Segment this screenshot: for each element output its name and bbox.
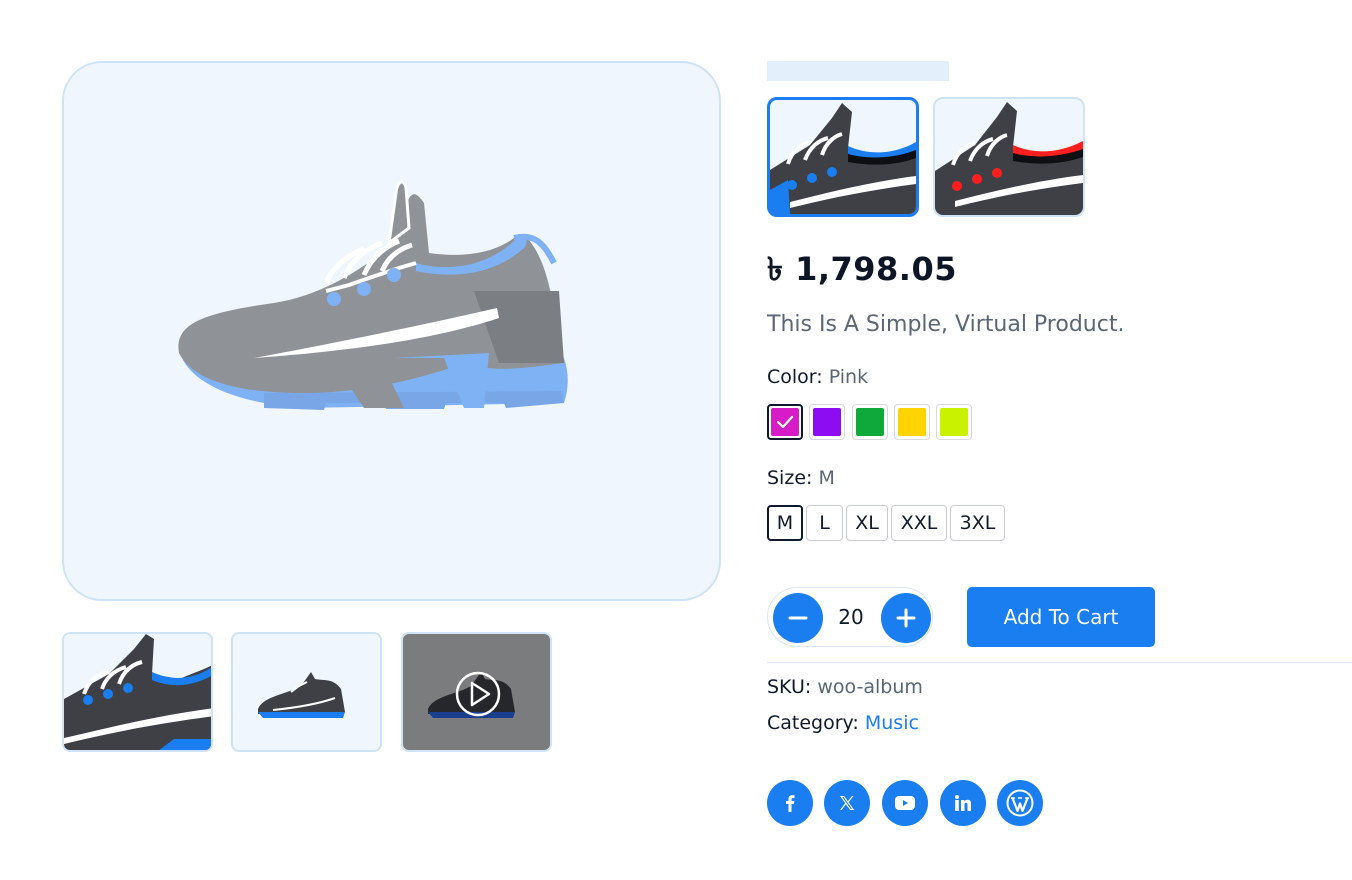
x-icon: [840, 796, 855, 810]
play-icon[interactable]: [403, 634, 552, 752]
linkedin-icon: [955, 795, 971, 811]
size-option-l[interactable]: L: [806, 505, 843, 541]
quantity-increase-button[interactable]: [881, 593, 931, 643]
youtube-icon: [895, 796, 915, 810]
wordpress-icon: [1006, 789, 1034, 817]
shoe-image: [178, 180, 568, 410]
swatch-fill: [856, 408, 884, 436]
youtube-share-button[interactable]: [882, 780, 928, 826]
sku-row: SKU: woo-album: [767, 676, 923, 698]
variant-thumb-blue[interactable]: [767, 97, 919, 217]
wordpress-share-button[interactable]: [997, 780, 1043, 826]
color-swatch-purple[interactable]: [809, 404, 845, 440]
quantity-decrease-button[interactable]: [773, 593, 823, 643]
color-attribute-label: Color: Pink: [767, 366, 868, 388]
swatch-fill: [813, 408, 841, 436]
shoe-side-view-image: [258, 672, 345, 718]
swatch-fill: [898, 408, 926, 436]
linkedin-share-button[interactable]: [940, 780, 986, 826]
category-link[interactable]: Music: [865, 712, 919, 734]
size-selected-value: M: [818, 467, 835, 489]
size-option-xl[interactable]: XL: [846, 505, 888, 541]
product-description: This Is A Simple, Virtual Product.: [767, 312, 1125, 337]
check-icon: [776, 415, 794, 429]
gallery-thumb-video[interactable]: [401, 632, 552, 752]
quantity-stepper: 20: [767, 587, 933, 647]
sku-value: woo-album: [817, 676, 923, 698]
size-attribute-label: Size: M: [767, 467, 835, 489]
color-swatch-lime[interactable]: [936, 404, 972, 440]
size-option-3xl[interactable]: 3XL: [950, 505, 1005, 541]
swatch-fill: [771, 408, 799, 436]
x-share-button[interactable]: [824, 780, 870, 826]
quantity-input[interactable]: 20: [823, 588, 879, 646]
gallery-thumb-side-view[interactable]: [231, 632, 382, 752]
swatch-fill: [940, 408, 968, 436]
size-label: Size:: [767, 467, 813, 489]
variant-thumb-red[interactable]: [933, 97, 1085, 217]
shoe-closeup-image: [64, 634, 211, 750]
minus-icon: [788, 616, 808, 620]
sku-label: SKU:: [767, 676, 812, 698]
main-product-image[interactable]: [62, 61, 721, 601]
product-title-placeholder: [767, 61, 949, 81]
color-label: Color:: [767, 366, 823, 388]
color-selected-value: Pink: [828, 366, 869, 388]
product-price: ৳ 1,798.05: [767, 250, 957, 288]
divider: [767, 662, 1352, 663]
color-swatch-yellow[interactable]: [894, 404, 930, 440]
size-option-m[interactable]: M: [767, 505, 803, 541]
size-option-xxl[interactable]: XXL: [891, 505, 947, 541]
facebook-share-button[interactable]: [767, 780, 813, 826]
category-row: Category: Music: [767, 712, 919, 734]
facebook-icon: [786, 795, 795, 812]
shoe-blue-variant-image: [770, 103, 916, 214]
gallery-thumb-closeup[interactable]: [62, 632, 213, 752]
category-label: Category:: [767, 712, 859, 734]
color-swatch-pink[interactable]: [767, 404, 803, 440]
color-swatch-green[interactable]: [852, 404, 888, 440]
shoe-red-variant-image: [935, 102, 1083, 215]
add-to-cart-button[interactable]: Add To Cart: [967, 587, 1155, 647]
plus-icon: [896, 608, 916, 628]
